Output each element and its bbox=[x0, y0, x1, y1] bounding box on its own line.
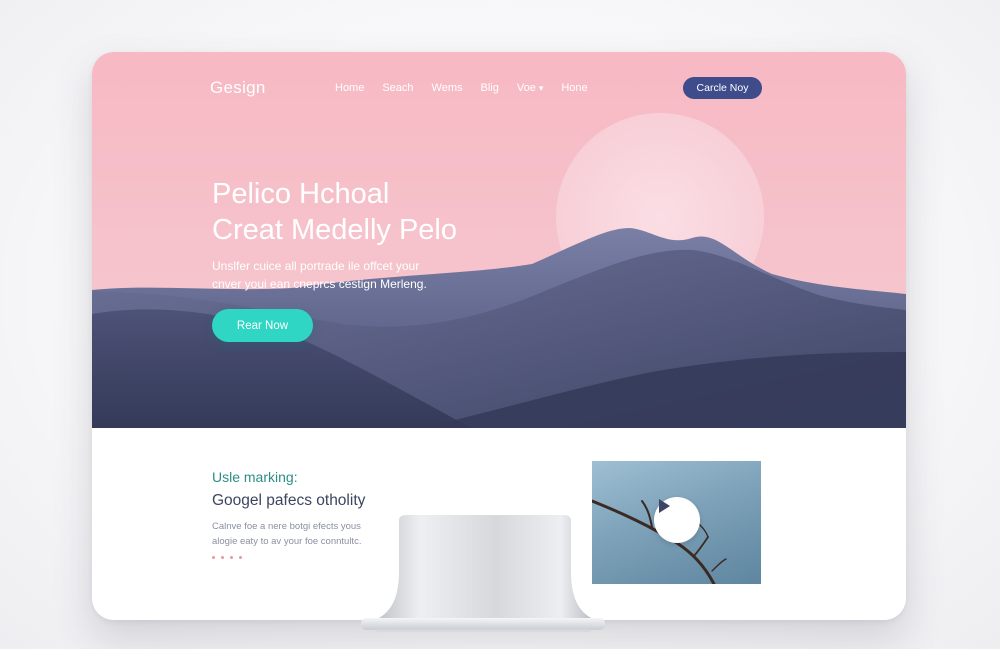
header-cta-button[interactable]: Carcle Noy bbox=[683, 77, 762, 99]
section-body-line-2: alogie eaty to av your foe conntultc. bbox=[212, 536, 362, 547]
play-button[interactable] bbox=[654, 497, 700, 543]
pagination-dots bbox=[212, 556, 242, 559]
hero-subtitle-line-2: cnver youi ean cneprcs cestign Merleng. bbox=[212, 277, 427, 291]
video-thumbnail[interactable] bbox=[592, 461, 761, 584]
hero-section: Gesign Home Seach Wems Blig Voe ▾ Hone C… bbox=[92, 52, 906, 428]
section-eyebrow: Usle marking: bbox=[212, 469, 298, 485]
top-navigation: Gesign Home Seach Wems Blig Voe ▾ Hone C… bbox=[92, 52, 906, 122]
hero-subtitle: Unslfer cuice all portrade ile offcet yo… bbox=[212, 257, 512, 293]
nav-links: Home Seach Wems Blig Voe ▾ Hone bbox=[335, 82, 588, 94]
section-title: Googel pafecs otholity bbox=[212, 492, 366, 509]
play-icon bbox=[659, 499, 670, 513]
hero-subtitle-line-1: Unslfer cuice all portrade ile offcet yo… bbox=[212, 259, 420, 273]
section-body: Calnve foe a nere botgi efects yous alog… bbox=[212, 519, 361, 549]
nav-link-voe-label: Voe bbox=[516, 82, 536, 94]
pagination-dot[interactable] bbox=[221, 556, 224, 559]
section-body-line-1: Calnve foe a nere botgi efects yous bbox=[212, 521, 361, 532]
hero-title-line-1: Pelico Hchoal bbox=[212, 178, 390, 210]
nav-link-hone[interactable]: Hone bbox=[561, 82, 587, 94]
monitor-stand bbox=[361, 515, 605, 632]
nav-link-wems[interactable]: Wems bbox=[432, 82, 463, 94]
pagination-dot[interactable] bbox=[230, 556, 233, 559]
nav-link-voe-dropdown[interactable]: Voe ▾ bbox=[517, 82, 544, 94]
chevron-down-icon: ▾ bbox=[538, 82, 544, 93]
hero-title-line-2: Creat Medelly Pelo bbox=[212, 214, 457, 246]
nav-link-search[interactable]: Seach bbox=[382, 82, 413, 94]
nav-link-blog[interactable]: Blig bbox=[481, 82, 499, 94]
hero-title: Pelico Hchoal Creat Medelly Pelo bbox=[212, 176, 552, 248]
site-logo[interactable]: Gesign bbox=[210, 78, 266, 98]
pagination-dot[interactable] bbox=[212, 556, 215, 559]
hero-cta-button[interactable]: Rear Now bbox=[212, 309, 313, 342]
nav-link-home[interactable]: Home bbox=[335, 82, 364, 94]
pagination-dot[interactable] bbox=[239, 556, 242, 559]
